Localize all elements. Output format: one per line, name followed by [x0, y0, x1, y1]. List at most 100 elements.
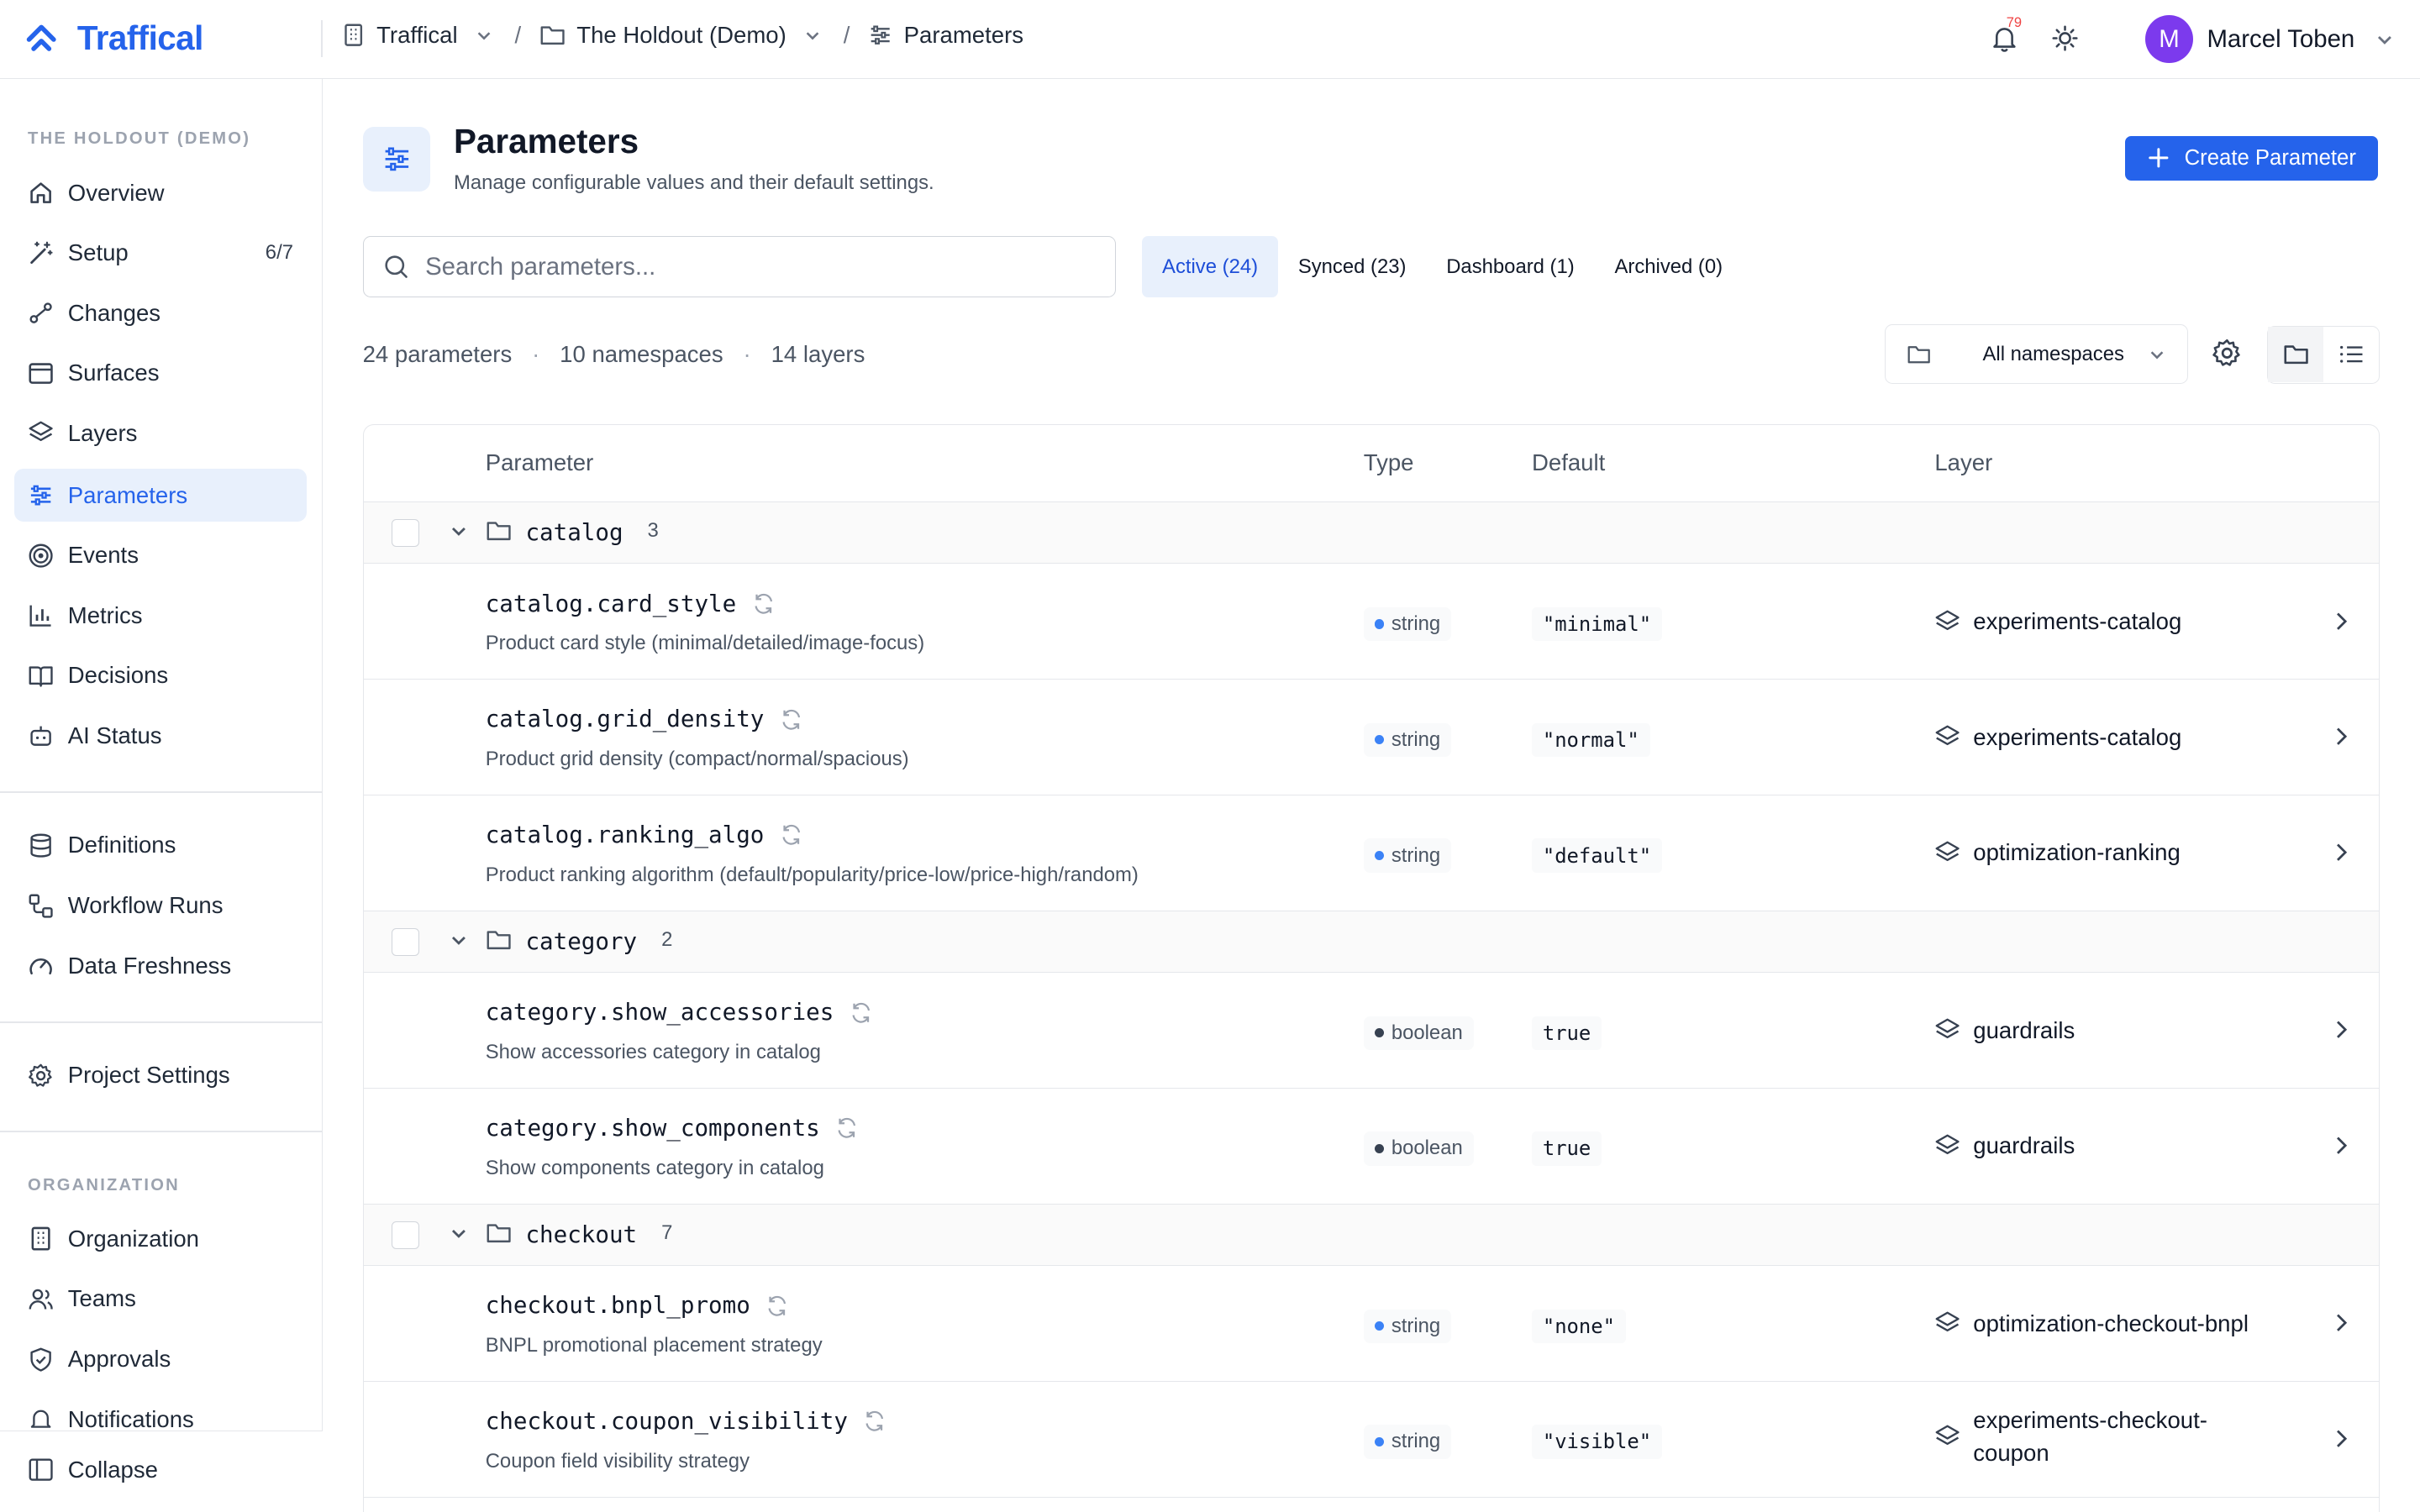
sidebar-item-setup[interactable]: Setup 6/7	[14, 227, 308, 279]
database-icon	[28, 832, 54, 858]
breadcrumb-org[interactable]: Traffical	[341, 22, 493, 49]
sidebar-item-label: Parameters	[67, 481, 188, 508]
chevron-right-icon[interactable]	[2328, 1426, 2353, 1451]
gear-icon	[2212, 338, 2243, 369]
chevron-right-icon[interactable]	[2328, 1133, 2353, 1158]
sidebar-item-organization[interactable]: Organization	[14, 1213, 308, 1265]
tab-synced[interactable]: Synced (23)	[1278, 236, 1426, 297]
breadcrumb-separator: /	[843, 21, 850, 48]
list-view-button[interactable]	[2323, 327, 2379, 382]
group-checkbox[interactable]	[391, 519, 419, 548]
folder-icon	[486, 928, 512, 952]
group-checkbox[interactable]	[391, 1221, 419, 1249]
group-row-checkout[interactable]: checkout 7	[363, 1204, 2380, 1267]
users-icon	[28, 1286, 54, 1312]
default-value: true	[1531, 1131, 1602, 1166]
tab-active[interactable]: Active (24)	[1142, 236, 1278, 298]
sidebar-item-project-settings[interactable]: Project Settings	[14, 1049, 308, 1101]
folder-icon	[486, 519, 512, 543]
user-menu[interactable]: M Marcel Toben	[2145, 15, 2395, 64]
parameter-key: catalog.ranking_algo	[486, 822, 803, 848]
chevron-down-icon[interactable]	[449, 521, 469, 541]
book-icon	[28, 663, 54, 689]
collapse-sidebar-button[interactable]: Collapse	[14, 1443, 308, 1495]
topbar-divider	[321, 19, 323, 57]
sidebar-item-label: Surfaces	[67, 360, 160, 386]
sidebar: THE HOLDOUT (DEMO) Overview Setup 6/7 Ch…	[0, 78, 323, 1512]
default-value: "minimal"	[1531, 606, 1662, 642]
sidebar-item-label: Project Settings	[67, 1062, 230, 1089]
brand-name: Traffical	[76, 18, 203, 58]
chevron-down-icon[interactable]	[449, 930, 469, 950]
top-bar: Traffical Traffical / The Holdout (Demo)…	[0, 0, 2420, 79]
breadcrumb-project[interactable]: The Holdout (Demo)	[539, 22, 822, 49]
layer-name-line: experiments-checkout-	[1973, 1407, 2207, 1434]
table-row[interactable]: category.show_components Show components…	[363, 1088, 2380, 1205]
table-row[interactable]: catalog.ranking_algo Product ranking alg…	[363, 795, 2380, 911]
grouped-view-button[interactable]	[2268, 326, 2324, 382]
chevron-right-icon[interactable]	[2328, 724, 2353, 748]
group-count: 3	[647, 519, 659, 543]
group-name: checkout	[525, 1221, 638, 1248]
sidebar-item-surfaces[interactable]: Surfaces	[14, 347, 308, 399]
sidebar-item-overview[interactable]: Overview	[14, 166, 308, 218]
window-icon	[28, 360, 54, 386]
sidebar-item-label: Workflow Runs	[67, 892, 224, 919]
namespace-count: 10 namespaces	[560, 340, 723, 367]
sidebar-item-approvals[interactable]: Approvals	[14, 1333, 308, 1385]
tab-dashboard[interactable]: Dashboard (1)	[1426, 236, 1594, 297]
group-row-category[interactable]: category 2	[363, 911, 2380, 974]
sidebar-item-label: Definitions	[67, 832, 176, 858]
folder-icon	[486, 1221, 512, 1245]
chevron-right-icon[interactable]	[2328, 609, 2353, 633]
type-badge: string	[1363, 838, 1451, 873]
search-input[interactable]	[425, 252, 1074, 281]
group-checkbox[interactable]	[391, 927, 419, 956]
create-parameter-button[interactable]: Create Parameter	[2125, 135, 2379, 181]
layer-cell: guardrails	[1934, 1130, 2235, 1163]
sidebar-item-teams[interactable]: Teams	[14, 1273, 308, 1325]
tab-archived[interactable]: Archived (0)	[1595, 236, 1743, 297]
sidebar-item-decisions[interactable]: Decisions	[14, 649, 308, 701]
sidebar-item-ai-status[interactable]: AI Status	[14, 710, 308, 762]
parameter-description: Coupon field visibility strategy	[485, 1449, 750, 1473]
chevron-down-icon	[2148, 345, 2166, 364]
sidebar-item-parameters[interactable]: Parameters	[13, 469, 308, 522]
sliders-icon	[868, 23, 892, 47]
brand-logo[interactable]: Traffical	[24, 18, 203, 58]
table-row[interactable]: catalog.grid_density Product grid densit…	[363, 680, 2380, 795]
sidebar-item-events[interactable]: Events	[14, 529, 308, 581]
column-header-type: Type	[1363, 449, 1414, 476]
sync-icon	[765, 1294, 789, 1318]
chevron-right-icon[interactable]	[2328, 840, 2353, 864]
sidebar-item-layers[interactable]: Layers	[14, 407, 308, 459]
sidebar-project-heading: THE HOLDOUT (DEMO)	[28, 129, 251, 149]
chevron-right-icon[interactable]	[2328, 1017, 2353, 1042]
parameters-table: Parameter Type Default Layer catalog 3 c…	[362, 424, 2381, 1512]
theme-toggle-button[interactable]	[2051, 24, 2079, 52]
namespace-select[interactable]: All namespaces	[1884, 323, 2189, 385]
sidebar-item-metrics[interactable]: Metrics	[14, 590, 308, 642]
type-badge: string	[1363, 1425, 1451, 1459]
parameter-description: Show accessories category in catalog	[485, 1040, 821, 1063]
sidebar-item-workflow-runs[interactable]: Workflow Runs	[14, 879, 308, 932]
chevron-down-icon[interactable]	[449, 1223, 469, 1243]
column-settings-button[interactable]	[2212, 338, 2243, 369]
bot-icon	[28, 722, 54, 748]
sidebar-item-changes[interactable]: Changes	[14, 287, 308, 339]
table-row[interactable]: checkout.bnpl_promo BNPL promotional pla…	[363, 1266, 2380, 1382]
chevron-right-icon[interactable]	[2328, 1310, 2353, 1335]
sidebar-item-data-freshness[interactable]: Data Freshness	[14, 940, 308, 992]
sync-icon	[850, 1001, 873, 1025]
string-type-dot	[1374, 735, 1384, 745]
search-box	[362, 236, 1116, 298]
chevron-down-icon	[803, 26, 822, 45]
table-row[interactable]: checkout.coupon_visibility Coupon field …	[363, 1381, 2380, 1498]
group-row-catalog[interactable]: catalog 3	[363, 501, 2380, 564]
table-row[interactable]: catalog.card_style Product card style (m…	[363, 564, 2380, 680]
sidebar-divider	[0, 1131, 323, 1133]
plus-icon	[2148, 147, 2170, 169]
table-row[interactable]: category.show_accessories Show accessori…	[363, 973, 2380, 1089]
sidebar-item-definitions[interactable]: Definitions	[14, 819, 308, 871]
folder-icon	[2283, 343, 2309, 366]
